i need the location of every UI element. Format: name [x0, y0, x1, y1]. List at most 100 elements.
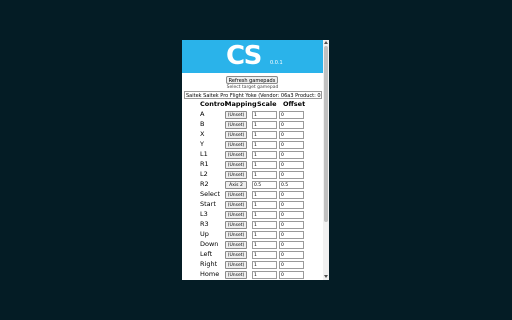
column-header-scale: Scale [257, 100, 277, 108]
extension-popup: CS 0.0.1 Refresh gamepads Select target … [182, 40, 329, 280]
column-header-offset: Offset [283, 100, 306, 108]
scale-input[interactable]: 1 [252, 171, 277, 179]
control-label: Select [200, 190, 221, 198]
scale-input[interactable]: 1 [252, 161, 277, 169]
offset-input[interactable]: 0 [279, 231, 304, 239]
scale-input[interactable]: 1 [252, 221, 277, 229]
control-label: X [200, 130, 205, 138]
table-row: Select (Unset) 1 0 [182, 190, 323, 200]
scale-input[interactable]: 1 [252, 231, 277, 239]
scale-input[interactable]: 0.5 [252, 181, 277, 189]
table-row: Down (Unset) 1 0 [182, 240, 323, 250]
offset-input[interactable]: 0 [279, 261, 304, 269]
select-gamepad-label: Select target gamepad [226, 85, 279, 90]
scale-input[interactable]: 1 [252, 261, 277, 269]
control-label: Start [200, 200, 216, 208]
scrollbar-thumb[interactable] [324, 46, 328, 222]
scrollbar[interactable] [323, 40, 329, 280]
table-row: X (Unset) 1 0 [182, 130, 323, 140]
control-label: Up [200, 230, 209, 238]
scale-input[interactable]: 1 [252, 191, 277, 199]
offset-input[interactable]: 0.5 [279, 181, 304, 189]
control-label: A [200, 110, 205, 118]
table-row: R1 (Unset) 1 0 [182, 160, 323, 170]
table-row: B (Unset) 1 0 [182, 120, 323, 130]
offset-input[interactable]: 0 [279, 271, 304, 279]
scale-input[interactable]: 1 [252, 131, 277, 139]
offset-input[interactable]: 0 [279, 221, 304, 229]
scale-input[interactable]: 1 [252, 241, 277, 249]
mapping-button[interactable]: (Unset) [225, 221, 247, 229]
offset-input[interactable]: 0 [279, 201, 304, 209]
gamepad-select[interactable]: Saitek Saitek Pro Flight Yoke (Vendor: 0… [184, 91, 322, 99]
offset-input[interactable]: 0 [279, 241, 304, 249]
mapping-button[interactable]: (Unset) [225, 121, 247, 129]
control-label: L3 [200, 210, 208, 218]
offset-input[interactable]: 0 [279, 121, 304, 129]
mapping-button[interactable]: (Unset) [225, 171, 247, 179]
control-label: B [200, 120, 205, 128]
mapping-button[interactable]: (Unset) [225, 161, 247, 169]
table-row: Y (Unset) 1 0 [182, 140, 323, 150]
table-row: Up (Unset) 1 0 [182, 230, 323, 240]
scale-input[interactable]: 1 [252, 271, 277, 279]
mapping-button[interactable]: (Unset) [225, 191, 247, 199]
table-row: Home (Unset) 1 0 [182, 270, 323, 280]
offset-input[interactable]: 0 [279, 171, 304, 179]
controls-table: A (Unset) 1 0 B (Unset) 1 0 X (Unset) 1 0 Y (Unset) 1 0… [182, 110, 323, 280]
mapping-button[interactable]: (Unset) [225, 111, 247, 119]
offset-input[interactable]: 0 [279, 111, 304, 119]
mapping-button[interactable]: (Unset) [225, 261, 247, 269]
offset-input[interactable]: 0 [279, 191, 304, 199]
mapping-button[interactable]: (Unset) [225, 231, 247, 239]
offset-input[interactable]: 0 [279, 151, 304, 159]
offset-input[interactable]: 0 [279, 131, 304, 139]
column-header-mapping: Mapping [225, 100, 257, 108]
control-label: Down [200, 240, 219, 248]
control-label: R3 [200, 220, 209, 228]
mapping-button[interactable]: Axis 2 [225, 181, 247, 189]
table-row: R3 (Unset) 1 0 [182, 220, 323, 230]
scale-input[interactable]: 1 [252, 111, 277, 119]
table-row: L2 (Unset) 1 0 [182, 170, 323, 180]
scroll-up-arrow-icon[interactable] [324, 41, 328, 44]
scale-input[interactable]: 1 [252, 141, 277, 149]
mapping-button[interactable]: (Unset) [225, 141, 247, 149]
control-label: R1 [200, 160, 209, 168]
scale-input[interactable]: 1 [252, 121, 277, 129]
table-row: R2 Axis 2 0.5 0.5 [182, 180, 323, 190]
offset-input[interactable]: 0 [279, 161, 304, 169]
scale-input[interactable]: 1 [252, 211, 277, 219]
control-label: R2 [200, 180, 209, 188]
header-banner: CS 0.0.1 [182, 40, 323, 73]
control-label: Y [200, 140, 204, 148]
table-row: L1 (Unset) 1 0 [182, 150, 323, 160]
mapping-button[interactable]: (Unset) [225, 241, 247, 249]
mapping-button[interactable]: (Unset) [225, 201, 247, 209]
control-label: Right [200, 260, 218, 268]
mapping-button[interactable]: (Unset) [225, 211, 247, 219]
refresh-gamepads-button[interactable]: Refresh gamepads [226, 76, 278, 84]
version-label: 0.0.1 [270, 60, 283, 66]
scale-input[interactable]: 1 [252, 151, 277, 159]
control-label: Home [200, 270, 220, 278]
control-label: L1 [200, 150, 208, 158]
scroll-down-arrow-icon[interactable] [324, 275, 328, 278]
control-label: Left [200, 250, 213, 258]
table-row: A (Unset) 1 0 [182, 110, 323, 120]
table-row: Start (Unset) 1 0 [182, 200, 323, 210]
table-row: L3 (Unset) 1 0 [182, 210, 323, 220]
mapping-button[interactable]: (Unset) [225, 251, 247, 259]
scale-input[interactable]: 1 [252, 201, 277, 209]
scale-input[interactable]: 1 [252, 251, 277, 259]
table-row: Left (Unset) 1 0 [182, 250, 323, 260]
mapping-button[interactable]: (Unset) [225, 151, 247, 159]
app-logo: CS [226, 41, 262, 71]
mapping-button[interactable]: (Unset) [225, 131, 247, 139]
offset-input[interactable]: 0 [279, 211, 304, 219]
control-label: L2 [200, 170, 208, 178]
table-row: Right (Unset) 1 0 [182, 260, 323, 270]
offset-input[interactable]: 0 [279, 251, 304, 259]
mapping-button[interactable]: (Unset) [225, 271, 247, 279]
offset-input[interactable]: 0 [279, 141, 304, 149]
